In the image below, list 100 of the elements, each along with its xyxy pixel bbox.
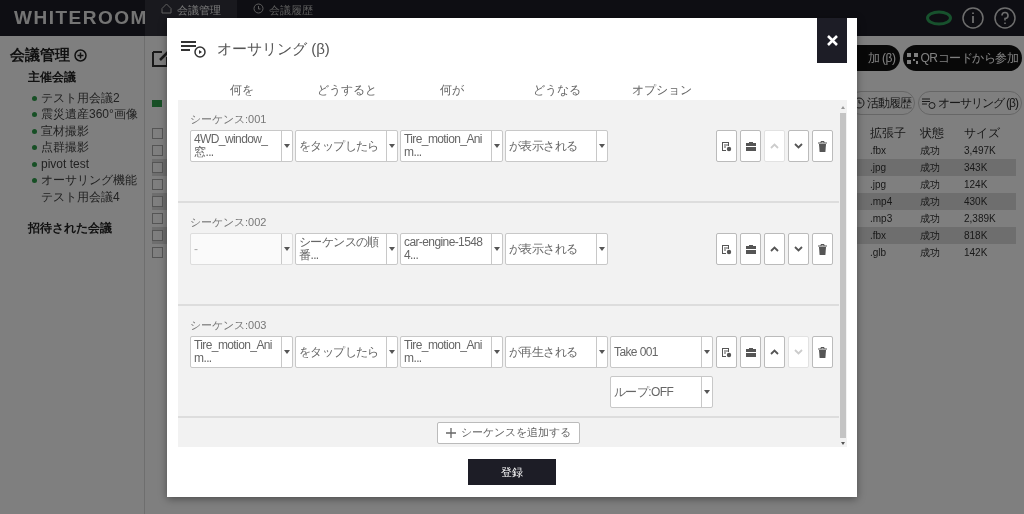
dropdown[interactable]: Tire_motion_Anim...: [400, 336, 503, 368]
dropdown[interactable]: が表示される: [505, 130, 608, 162]
meeting-item[interactable]: pivot test: [10, 156, 144, 173]
section-heading: 主催会議: [27, 69, 77, 86]
caret-icon: [284, 144, 290, 148]
table-cell: .jpg: [870, 179, 887, 190]
checkbox[interactable]: [152, 230, 163, 241]
table-cell: .fbx: [870, 230, 887, 241]
sequence-label: シーケンス:002: [190, 214, 267, 230]
column-header: どうすると: [315, 81, 378, 99]
caret-icon: [389, 350, 395, 354]
trash-icon: [818, 346, 827, 358]
tag-icon: [152, 99, 162, 107]
action-button[interactable]: [812, 233, 833, 265]
action-button[interactable]: [740, 233, 761, 265]
sequence-label: シーケンス:003: [190, 317, 267, 333]
action-button[interactable]: [740, 130, 761, 162]
caret-icon: [494, 350, 500, 354]
submit-button[interactable]: 登録: [468, 459, 556, 485]
dropdown[interactable]: Take 001: [610, 336, 713, 368]
table-cell: 2,389K: [964, 213, 996, 224]
dropdown[interactable]: が再生される: [505, 336, 608, 368]
meeting-item[interactable]: 点群撮影: [10, 139, 144, 156]
checkbox[interactable]: [152, 179, 163, 190]
caret-icon: [599, 350, 605, 354]
dropdown[interactable]: car-engine-15484...: [400, 233, 503, 265]
column-header: サイズ: [964, 125, 1000, 142]
checkbox[interactable]: [152, 213, 163, 224]
table-cell: 142K: [964, 247, 988, 258]
dropdown[interactable]: ループ:OFF: [610, 376, 713, 408]
meeting-item[interactable]: オーサリング機能: [10, 172, 144, 189]
note-gear-icon: [721, 243, 732, 255]
action-button[interactable]: [788, 233, 809, 265]
dropdown[interactable]: をタップしたら: [295, 130, 398, 162]
table-cell: 成功: [920, 245, 940, 260]
dropdown[interactable]: 4WD_window_窓...: [190, 130, 293, 162]
column-header: 拡張子: [870, 125, 906, 142]
help-icon[interactable]: [994, 7, 1016, 29]
action-button[interactable]: [764, 233, 785, 265]
toolbox-icon: [744, 347, 757, 357]
checkbox[interactable]: [152, 145, 163, 156]
column-header: どうなる: [531, 81, 582, 99]
action-button[interactable]: [740, 336, 761, 368]
sidebar-title: 会議管理: [10, 46, 70, 65]
column-header: 何が: [438, 81, 465, 99]
caret-icon: [389, 144, 395, 148]
clock-icon: [253, 3, 264, 14]
table-cell: 818K: [964, 230, 988, 241]
action-button[interactable]: [716, 233, 737, 265]
add-sequence-button[interactable]: シーケンスを追加する: [437, 421, 580, 444]
caret-icon: [704, 350, 710, 354]
plus-icon: [446, 427, 456, 438]
caret-icon: [389, 247, 395, 251]
close-button[interactable]: [817, 18, 847, 63]
dropdown[interactable]: Tire_motion_Anim...: [400, 130, 503, 162]
checkbox[interactable]: [152, 247, 163, 258]
toolbox-icon: [744, 141, 757, 151]
ring-logo-icon: [926, 10, 952, 26]
table-cell: 430K: [964, 196, 988, 207]
chevron-up-icon: [770, 349, 779, 355]
join-button[interactable]: QRコードから参加: [902, 45, 1022, 71]
home-icon: [161, 3, 172, 14]
add-circle-icon[interactable]: [74, 49, 87, 62]
dropdown[interactable]: Tire_motion_Anim...: [190, 336, 293, 368]
action-button[interactable]: [812, 336, 833, 368]
dropdown[interactable]: が表示される: [505, 233, 608, 265]
scroll-up-icon[interactable]: [841, 106, 845, 109]
meeting-item[interactable]: 宣材撮影: [10, 123, 144, 140]
meeting-item[interactable]: テスト用会議4: [10, 189, 144, 206]
checkbox[interactable]: [152, 162, 163, 173]
action-button[interactable]: [788, 130, 809, 162]
table-cell: .mp4: [870, 196, 893, 207]
caret-icon: [599, 144, 605, 148]
action-button[interactable]: [716, 130, 737, 162]
checkbox[interactable]: [152, 196, 163, 207]
trash-icon: [818, 140, 827, 152]
toolbox-icon: [744, 244, 757, 254]
caret-icon: [494, 144, 500, 148]
action-button[interactable]: [764, 336, 785, 368]
action-button[interactable]: [716, 336, 737, 368]
section-heading: 招待された会議: [27, 219, 113, 237]
trash-icon: [818, 243, 827, 255]
meeting-item[interactable]: テスト用会議2: [10, 90, 144, 107]
edit-icon[interactable]: [152, 49, 170, 67]
caret-icon: [704, 390, 710, 394]
action-button[interactable]: [812, 130, 833, 162]
sequence-label: シーケンス:001: [190, 111, 267, 127]
table-cell: 343K: [964, 162, 988, 173]
list-play-icon: [921, 97, 936, 109]
toolbar-button[interactable]: オーサリング (β): [917, 91, 1022, 115]
info-icon[interactable]: [962, 7, 984, 29]
table-cell: .glb: [870, 247, 887, 258]
scroll-down-icon[interactable]: [841, 442, 845, 445]
table-cell: .jpg: [870, 162, 887, 173]
table-cell: 成功: [920, 177, 940, 192]
table-cell: 成功: [920, 211, 940, 226]
dropdown[interactable]: をタップしたら: [295, 336, 398, 368]
meeting-item[interactable]: 震災遺産360°画像: [10, 106, 144, 123]
dropdown[interactable]: シーケンスの順番...: [295, 233, 398, 265]
checkbox[interactable]: [152, 128, 163, 139]
